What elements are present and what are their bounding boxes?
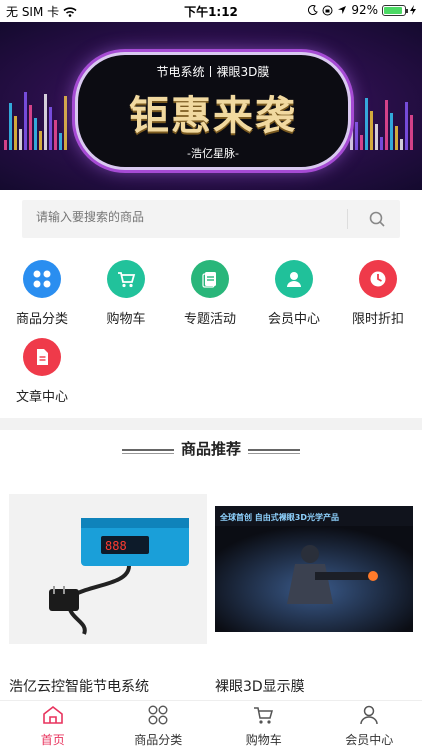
moon-icon (308, 5, 319, 15)
battery-percent: 92% (351, 3, 378, 17)
banner-subtitle: 节电系统丨裸眼3D膜 (156, 65, 270, 79)
quick-nav-item-category[interactable]: 商品分类 (0, 260, 84, 327)
tab-label: 购物车 (245, 733, 282, 747)
promo-banner[interactable]: 节电系统丨裸眼3D膜 钜惠来袭 -浩亿星脉- (0, 22, 422, 190)
location-icon (338, 6, 347, 14)
grid-icon (23, 260, 61, 298)
lock-rotation-icon (322, 5, 333, 15)
product-card[interactable]: 888 浩亿云控智能节电系统 (9, 494, 207, 704)
section-divider (0, 418, 422, 430)
tab-label: 会员中心 (345, 733, 394, 747)
bottom-tab-bar: 首页 商品分类 购物车 会员中心 (0, 700, 422, 750)
banner-eq-bar (390, 113, 393, 150)
cart-icon (107, 260, 145, 298)
banner-eq-bar (360, 135, 363, 150)
banner-eq-bar (29, 105, 32, 150)
search-input[interactable] (36, 210, 336, 224)
quick-nav-label: 限时折扣 (351, 312, 404, 327)
quick-nav-label: 专题活动 (183, 312, 236, 327)
quick-nav-label: 商品分类 (15, 312, 68, 327)
banner-eq-bar (44, 94, 47, 150)
quick-nav-item-topics[interactable]: 专题活动 (168, 260, 252, 327)
title-line-right (248, 449, 300, 454)
search-divider (347, 209, 348, 229)
tab-home[interactable]: 首页 (0, 701, 106, 750)
banner-eq-bar (49, 107, 52, 150)
banner-eq-bar (34, 118, 37, 150)
banner-eq-bar (400, 139, 403, 150)
category-icon (148, 705, 168, 725)
banner-eq-bar (395, 126, 398, 150)
banner-eq-bar (64, 96, 67, 150)
user-icon (360, 705, 378, 725)
banner-eq-bar (19, 129, 22, 150)
banner-eq-bar (24, 92, 27, 150)
svg-text:888: 888 (105, 539, 127, 553)
charging-icon (410, 5, 416, 15)
product-name: 裸眼3D显示膜 (215, 679, 305, 695)
status-bar: 无 SIM 卡 下午1:12 92% (0, 0, 422, 22)
cart-icon (253, 707, 273, 724)
quick-nav-item-cart[interactable]: 购物车 (84, 260, 168, 327)
banner-brand: -浩亿星脉- (187, 147, 239, 160)
quick-nav-item-discount[interactable]: 限时折扣 (336, 260, 420, 327)
tab-member[interactable]: 会员中心 (317, 701, 422, 750)
banner-eq-bar (54, 120, 57, 150)
banner-eq-bar (375, 124, 378, 150)
banner-eq-bar (410, 115, 413, 150)
banner-eq-bar (9, 103, 12, 150)
banner-title: 钜惠来袭 (129, 92, 297, 139)
banner-eq-bar (4, 140, 7, 150)
document-icon (191, 260, 229, 298)
quick-nav-label: 文章中心 (15, 390, 68, 405)
banner-eq-bar (405, 102, 408, 150)
banner-eq-bar (380, 137, 383, 150)
banner-eq-bar (59, 133, 62, 150)
banner-eq-bar (39, 131, 42, 150)
search-bar (22, 200, 400, 238)
power-saver-device-image: 888 (9, 494, 207, 644)
banner-eq-bar (355, 122, 358, 150)
quick-nav-label: 会员中心 (267, 312, 320, 327)
quick-nav-label: 购物车 (106, 312, 146, 327)
tab-category[interactable]: 商品分类 (106, 701, 212, 750)
recommend-title: 商品推荐 (180, 440, 241, 458)
banner-eq-bar (14, 116, 17, 150)
home-icon (42, 705, 63, 724)
banner-eq-bar (370, 111, 373, 150)
product-image-caption: 全球首创 自由式裸眼3D光学产品 (219, 512, 339, 522)
battery-icon (382, 4, 408, 16)
quick-nav-item-member[interactable]: 会员中心 (252, 260, 336, 327)
banner-plaque: 节电系统丨裸眼3D膜 钜惠来袭 -浩亿星脉- (75, 52, 351, 170)
product-name: 浩亿云控智能节电系统 (9, 679, 149, 695)
recommend-header: 商品推荐 (0, 438, 422, 462)
article-icon (23, 338, 61, 376)
quick-nav-item-articles[interactable]: 文章中心 (0, 338, 84, 405)
product-card[interactable]: 全球首创 自由式裸眼3D光学产品 裸眼3D显示膜 (215, 494, 413, 704)
banner-eq-bar (385, 100, 388, 150)
search-icon[interactable] (368, 210, 386, 228)
tab-label: 首页 (40, 733, 65, 747)
tab-label: 商品分类 (134, 733, 183, 747)
clock-icon (359, 260, 397, 298)
user-icon (275, 260, 313, 298)
tab-cart[interactable]: 购物车 (211, 701, 317, 750)
3d-film-game-image: 全球首创 自由式裸眼3D光学产品 (215, 506, 413, 632)
title-line-left (122, 449, 174, 454)
banner-eq-bar (365, 98, 368, 150)
